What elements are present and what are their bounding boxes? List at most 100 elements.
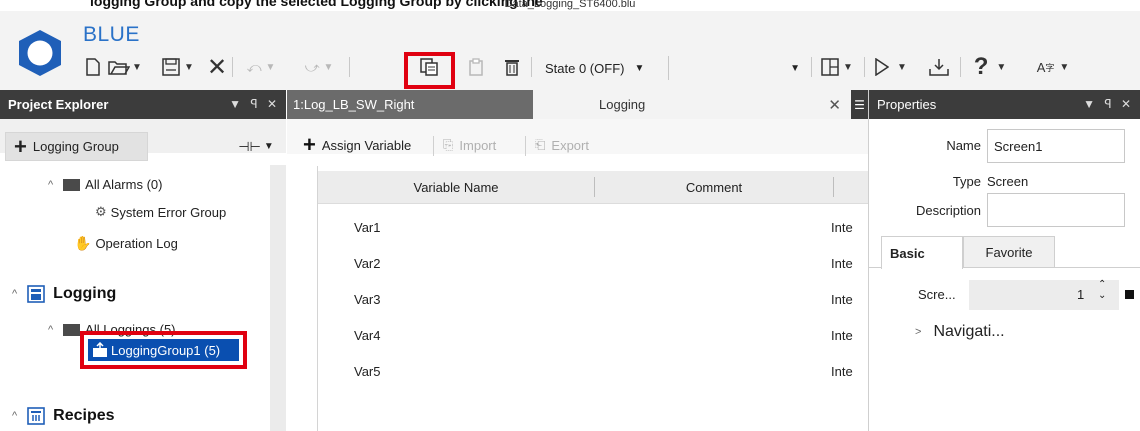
type-value: Screen: [987, 174, 1029, 189]
variable-name-cell: Var5: [354, 364, 381, 379]
table-row[interactable]: Var1 Inte: [318, 209, 868, 245]
add-logging-group-button[interactable]: + Logging Group: [5, 132, 148, 161]
tree-section-recipes[interactable]: ^ Recipes: [12, 407, 115, 425]
tab-favorite[interactable]: Favorite: [963, 236, 1055, 268]
assign-variable-label: Assign Variable: [321, 137, 412, 153]
properties-panel: Properties ▼ ꟼ ✕ Name Screen1 Type Scree…: [868, 90, 1140, 431]
layout-icon[interactable]: ▼: [817, 53, 857, 81]
copy-highlight-box: [404, 52, 455, 89]
color-swatch[interactable]: [1125, 290, 1134, 299]
tree-item-label: Operation Log: [95, 236, 178, 251]
tab-label: Favorite: [985, 244, 1033, 260]
tree-item-label: All Alarms (0): [85, 177, 163, 192]
table-row[interactable]: Var5 Inte: [318, 353, 868, 389]
column-header-variable-name[interactable]: Variable Name: [318, 171, 594, 204]
tab-basic[interactable]: Basic: [881, 236, 963, 269]
plus-icon: +: [303, 132, 316, 157]
explorer-scrollbar[interactable]: [270, 165, 286, 431]
tab-menu-icon[interactable]: ☰: [851, 90, 868, 119]
type-label: Type: [952, 174, 981, 189]
type-cell: Inte: [831, 256, 853, 271]
number-spinner[interactable]: ⌃ ⌄: [1098, 279, 1106, 301]
chevron-up-icon[interactable]: ⌃: [1098, 279, 1106, 290]
toolbar-divider: [349, 57, 350, 77]
name-field-value: Screen1: [994, 138, 1043, 154]
toolbar-divider: [525, 136, 526, 156]
chevron-up-icon: ^: [12, 288, 18, 300]
open-folder-icon[interactable]: ▼: [106, 53, 144, 81]
paste-icon[interactable]: [465, 53, 489, 81]
toolbar-divider: [531, 57, 532, 77]
chevron-right-icon: >: [915, 326, 922, 338]
toolbar-divider: [811, 57, 812, 77]
toolbar-divider: [960, 57, 961, 77]
tab-log-lb-sw-right[interactable]: 1:Log_LB_SW_Right: [287, 90, 533, 119]
table-row[interactable]: Var4 Inte: [318, 317, 868, 353]
panel-controls[interactable]: ▼ ꟼ ✕: [229, 97, 280, 111]
tab-logging[interactable]: Logging ✕: [533, 90, 851, 119]
tree-item-label: System Error Group: [110, 204, 227, 220]
pin-dropdown[interactable]: ⊣⊢ ▼: [232, 132, 280, 161]
name-field[interactable]: Screen1: [987, 129, 1125, 163]
type-cell: Inte: [831, 220, 853, 235]
type-cell: Inte: [831, 364, 853, 379]
assign-variable-button[interactable]: + Assign Variable: [303, 131, 411, 159]
tree-section-label: Recipes: [53, 407, 115, 424]
undo-icon[interactable]: ⤺ ▼: [240, 53, 282, 81]
description-field[interactable]: [987, 193, 1125, 227]
logging-icon: [27, 285, 45, 303]
column-separator[interactable]: [833, 177, 834, 197]
close-icon[interactable]: ✕: [828, 96, 841, 114]
new-file-icon[interactable]: [82, 53, 104, 81]
variable-name-cell: Var3: [354, 292, 381, 307]
tree-item-operation-log[interactable]: ✋ Operation Log: [74, 235, 178, 252]
chevron-down-icon[interactable]: ⌄: [1098, 290, 1106, 301]
folder-icon: [63, 323, 81, 336]
variable-name-cell: Var4: [354, 328, 381, 343]
table-row[interactable]: Var2 Inte: [318, 245, 868, 281]
save-icon[interactable]: ▼: [158, 53, 198, 81]
panel-controls[interactable]: ▼ ꟼ ✕: [1083, 97, 1134, 111]
navigation-label: Navigati...: [933, 323, 1005, 340]
tree-item-system-error-group[interactable]: ⚙ System Error Group: [95, 204, 226, 220]
toolbar-divider: [232, 57, 233, 77]
export-button[interactable]: ⎗ Export: [535, 131, 589, 159]
chevron-up-icon: ^: [48, 323, 54, 336]
trash-icon[interactable]: [500, 53, 524, 81]
secondary-select[interactable]: ▼: [678, 56, 806, 80]
screen-number-field[interactable]: [969, 280, 1119, 310]
app-name: BLUE: [83, 23, 140, 46]
tab-label: Basic: [890, 245, 925, 261]
export-icon: ⎗: [535, 137, 546, 152]
redo-icon[interactable]: ⤻ ▼: [298, 53, 340, 81]
panel-title-bar: Properties ▼ ꟼ ✕: [869, 90, 1140, 119]
delete-x-icon[interactable]: ✕: [206, 53, 228, 81]
font-icon[interactable]: A字 ▼: [1030, 53, 1076, 81]
name-label: Name: [946, 138, 981, 153]
panel-title-bar: Project Explorer ▼ ꟼ ✕: [0, 90, 286, 119]
table-row[interactable]: Var3 Inte: [318, 281, 868, 317]
toolbar-divider: [864, 57, 865, 77]
app-logo-icon: [14, 28, 66, 78]
type-cell: Inte: [831, 328, 853, 343]
top-strip: logging Group and copy the selected Logg…: [0, 0, 1140, 11]
add-logging-group-label: Logging Group: [32, 139, 119, 154]
chevron-down-icon: ▼: [634, 62, 645, 74]
window-title: Data_Logging_ST6400.blu: [504, 0, 636, 10]
pin-icon: ⊣⊢: [238, 138, 261, 154]
logging-group1-highlight-box: LoggingGroup1 (5): [80, 331, 247, 369]
toolbar-divider: [433, 136, 434, 156]
import-button[interactable]: ⎘ Import: [443, 131, 496, 159]
state-select[interactable]: State 0 (OFF) ▼: [539, 56, 669, 80]
help-icon[interactable]: ? ▼: [968, 53, 1012, 81]
state-select-value: State 0 (OFF): [545, 60, 625, 76]
navigation-expander[interactable]: > Navigati...: [915, 323, 1005, 341]
folder-icon: [63, 178, 81, 191]
download-icon[interactable]: [926, 53, 952, 81]
tree-item-logging-group1[interactable]: LoggingGroup1 (5): [88, 339, 239, 361]
column-header-comment[interactable]: Comment: [595, 171, 833, 204]
tree-section-logging[interactable]: ^ Logging: [12, 285, 116, 303]
screen-value: 1: [1077, 287, 1085, 302]
run-icon[interactable]: ▼: [870, 53, 912, 81]
tree-item-all-alarms[interactable]: ^ All Alarms (0): [48, 177, 162, 192]
